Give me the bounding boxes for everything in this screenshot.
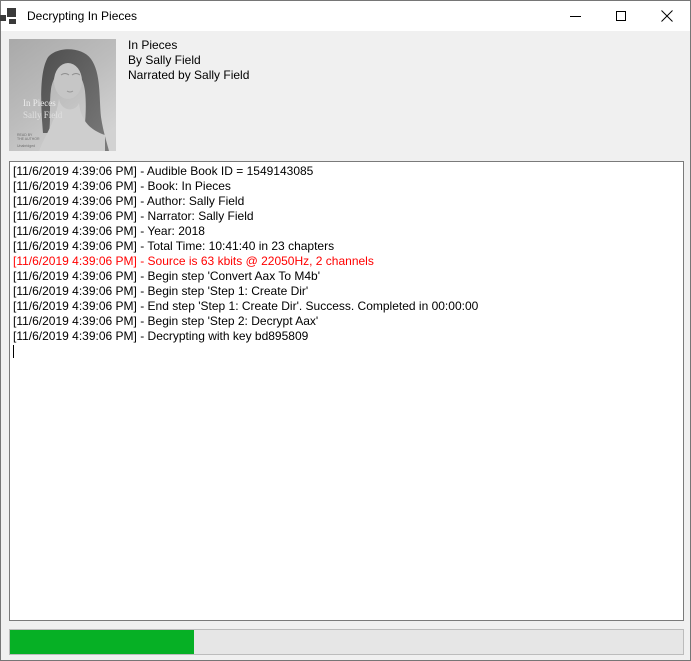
log-line: [11/6/2019 4:39:06 PM] - Audible Book ID… [13, 164, 680, 179]
cover-unabridged-text: Unabridged [17, 144, 35, 148]
progress-bar-fill [10, 630, 194, 654]
cover-theauthor-text: THE AUTHOR [17, 137, 40, 141]
log-line: [11/6/2019 4:39:06 PM] - Begin step 'Con… [13, 269, 680, 284]
log-line: [11/6/2019 4:39:06 PM] - Source is 63 kb… [13, 254, 680, 269]
book-info: In Pieces By Sally Field Narrated by Sal… [128, 38, 249, 83]
log-line: [11/6/2019 4:39:06 PM] - Begin step 'Ste… [13, 284, 680, 299]
book-title-label: In Pieces [128, 38, 249, 53]
maximize-button[interactable] [598, 1, 644, 31]
app-window: Decrypting In Pieces [0, 0, 691, 661]
log-line: [11/6/2019 4:39:06 PM] - Author: Sally F… [13, 194, 680, 209]
book-narrator-label: Narrated by Sally Field [128, 68, 249, 83]
maximize-icon [616, 11, 626, 21]
log-line: [11/6/2019 4:39:06 PM] - Total Time: 10:… [13, 239, 680, 254]
log-line: [11/6/2019 4:39:06 PM] - Year: 2018 [13, 224, 680, 239]
book-cover-image: In Pieces Sally Field READ BY THE AUTHOR… [9, 39, 116, 151]
cover-title-text: In Pieces [23, 98, 56, 108]
close-icon [661, 10, 673, 22]
minimize-icon [570, 16, 581, 17]
log-line: [11/6/2019 4:39:06 PM] - Decrypting with… [13, 329, 680, 344]
log-line: [11/6/2019 4:39:06 PM] - Narrator: Sally… [13, 209, 680, 224]
app-icon [1, 6, 17, 26]
cover-author-text: Sally Field [23, 110, 63, 120]
log-line: [11/6/2019 4:39:06 PM] - Begin step 'Ste… [13, 314, 680, 329]
window-title: Decrypting In Pieces [27, 9, 137, 23]
log-line: [11/6/2019 4:39:06 PM] - End step 'Step … [13, 299, 680, 314]
log-line: [11/6/2019 4:39:06 PM] - Book: In Pieces [13, 179, 680, 194]
close-button[interactable] [644, 1, 690, 31]
minimize-button[interactable] [552, 1, 598, 31]
progress-bar [9, 629, 684, 655]
cover-art: In Pieces Sally Field READ BY THE AUTHOR… [9, 39, 116, 151]
text-caret [13, 345, 14, 358]
titlebar[interactable]: Decrypting In Pieces [1, 1, 690, 31]
caption-buttons [552, 1, 690, 31]
log-textbox[interactable]: [11/6/2019 4:39:06 PM] - Audible Book ID… [9, 161, 684, 621]
book-author-label: By Sally Field [128, 53, 249, 68]
